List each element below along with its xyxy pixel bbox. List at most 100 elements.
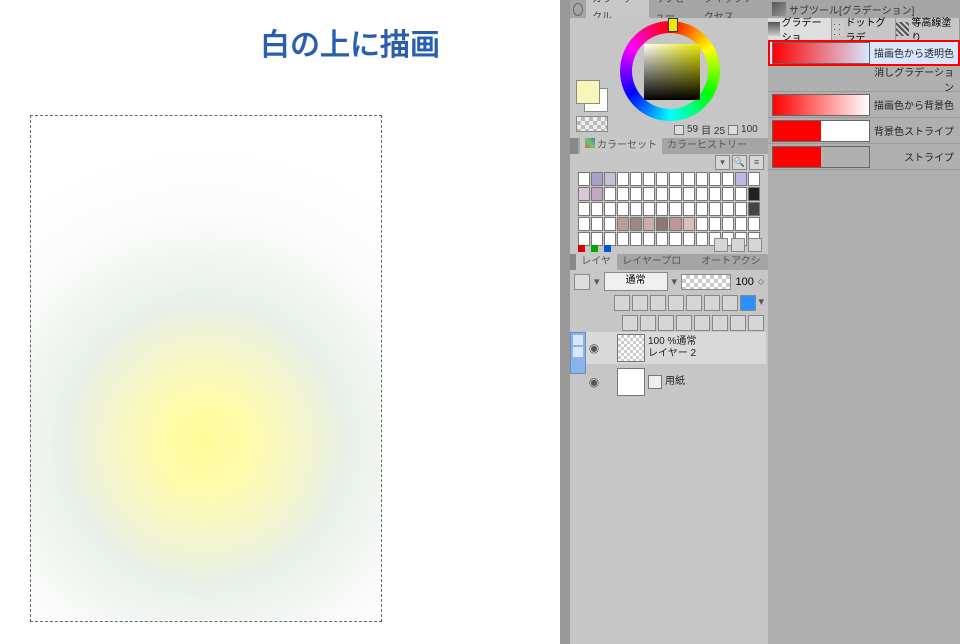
palette-swatch[interactable] bbox=[656, 172, 668, 186]
palette-swatch[interactable] bbox=[748, 217, 760, 231]
palette-swatch[interactable] bbox=[630, 217, 642, 231]
delete-layer-button[interactable] bbox=[748, 315, 764, 331]
palette-swatch[interactable] bbox=[617, 187, 629, 201]
layer-color-button[interactable] bbox=[740, 295, 756, 311]
palette-swatch[interactable] bbox=[683, 232, 695, 246]
palette-swatch[interactable] bbox=[656, 202, 668, 216]
visibility-toggle[interactable]: ◉ bbox=[586, 341, 602, 355]
subtool-tab-dot-gradation[interactable]: ドットグラデ bbox=[832, 18, 896, 40]
palette-swatch[interactable] bbox=[656, 232, 668, 246]
palette-swatch[interactable] bbox=[591, 232, 603, 246]
palette-add-button[interactable] bbox=[714, 238, 728, 252]
lock-transparent-button[interactable] bbox=[614, 295, 630, 311]
layer-thumbnail[interactable] bbox=[617, 368, 645, 396]
palette-swatch[interactable] bbox=[630, 172, 642, 186]
lock-button[interactable] bbox=[632, 295, 648, 311]
palette-swatch[interactable] bbox=[748, 202, 760, 216]
transparent-swatch[interactable] bbox=[576, 116, 608, 132]
palette-swatch[interactable] bbox=[722, 217, 734, 231]
palette-swatch[interactable] bbox=[578, 202, 590, 216]
colorset-dropdown-button[interactable]: ▾ bbox=[715, 155, 730, 170]
palette-swatch[interactable] bbox=[735, 217, 747, 231]
palette-swatch[interactable] bbox=[578, 172, 590, 186]
palette-swatch[interactable] bbox=[748, 172, 760, 186]
layer-thumbnail[interactable] bbox=[617, 334, 645, 362]
colorset-search-button[interactable]: 🔍 bbox=[732, 155, 747, 170]
palette-swatch[interactable] bbox=[578, 217, 590, 231]
palette-replace-button[interactable] bbox=[731, 238, 745, 252]
palette-swatch[interactable] bbox=[604, 232, 616, 246]
palette-swatch[interactable] bbox=[696, 232, 708, 246]
subtool-tab-gradation[interactable]: グラデーショ bbox=[768, 18, 832, 40]
panel-handle-icon[interactable] bbox=[570, 138, 578, 154]
color-square[interactable] bbox=[644, 44, 700, 100]
palette-swatch[interactable] bbox=[604, 172, 616, 186]
opacity-slider[interactable] bbox=[681, 274, 731, 290]
tab-layer[interactable]: レイヤー bbox=[576, 254, 617, 270]
palette-swatch[interactable] bbox=[709, 172, 721, 186]
palette-swatch[interactable] bbox=[669, 232, 681, 246]
palette-swatch[interactable] bbox=[617, 217, 629, 231]
tab-quick-access[interactable]: クイックアクセス bbox=[698, 0, 768, 18]
palette-swatch[interactable] bbox=[617, 202, 629, 216]
palette-swatch[interactable] bbox=[591, 172, 603, 186]
palette-swatch[interactable] bbox=[683, 187, 695, 201]
visibility-toggle[interactable]: ◉ bbox=[586, 375, 602, 389]
layer-item[interactable]: ◉ 100 %通常 レイヤー 2 bbox=[586, 332, 766, 364]
palette-swatch[interactable] bbox=[722, 172, 734, 186]
palette-swatch[interactable] bbox=[591, 217, 603, 231]
draft-button[interactable] bbox=[686, 295, 702, 311]
colorset-menu-button[interactable]: ≡ bbox=[749, 155, 764, 170]
hue-marker[interactable] bbox=[668, 18, 678, 32]
layer-name[interactable]: レイヤー 2 bbox=[648, 348, 696, 360]
merge-down-button[interactable] bbox=[694, 315, 710, 331]
palette-swatch[interactable] bbox=[656, 187, 668, 201]
layer-name[interactable]: 用紙 bbox=[665, 376, 685, 388]
create-mask-button[interactable] bbox=[712, 315, 728, 331]
palette-swatch[interactable] bbox=[683, 202, 695, 216]
layer-filter-button[interactable] bbox=[574, 274, 590, 290]
clip-button[interactable] bbox=[650, 295, 666, 311]
palette-swatch[interactable] bbox=[669, 202, 681, 216]
palette-swatch[interactable] bbox=[669, 217, 681, 231]
palette-swatch[interactable] bbox=[722, 187, 734, 201]
transfer-down-button[interactable] bbox=[676, 315, 692, 331]
palette-swatch[interactable] bbox=[617, 232, 629, 246]
blend-mode-select[interactable]: 通常 bbox=[604, 272, 668, 291]
palette-swatch[interactable] bbox=[735, 187, 747, 201]
tab-color-history[interactable]: カラーヒストリー bbox=[662, 138, 752, 154]
palette-swatch[interactable] bbox=[709, 217, 721, 231]
palette-swatch[interactable] bbox=[696, 202, 708, 216]
palette-swatch[interactable] bbox=[604, 217, 616, 231]
new-folder-button[interactable] bbox=[658, 315, 674, 331]
palette-swatch[interactable] bbox=[630, 232, 642, 246]
palette-swatch[interactable] bbox=[578, 187, 590, 201]
apply-mask-button[interactable] bbox=[730, 315, 746, 331]
palette-swatch[interactable] bbox=[683, 217, 695, 231]
palette-grid[interactable] bbox=[578, 172, 760, 246]
tab-colorset[interactable]: カラーセット bbox=[580, 138, 662, 154]
palette-swatch[interactable] bbox=[669, 172, 681, 186]
palette-swatch[interactable] bbox=[722, 202, 734, 216]
palette-swatch[interactable] bbox=[591, 202, 603, 216]
color-swatch-pair[interactable] bbox=[576, 80, 606, 110]
layer-thumbnail-bar[interactable] bbox=[570, 332, 586, 374]
palette-swatch[interactable] bbox=[709, 202, 721, 216]
palette-delete-button[interactable] bbox=[748, 238, 762, 252]
palette-swatch[interactable] bbox=[696, 187, 708, 201]
reference-button[interactable] bbox=[668, 295, 684, 311]
palette-swatch[interactable] bbox=[709, 187, 721, 201]
palette-swatch[interactable] bbox=[748, 187, 760, 201]
gradient-preset-item[interactable]: 消しグラデーション bbox=[768, 66, 960, 92]
palette-swatch[interactable] bbox=[735, 172, 747, 186]
palette-swatch[interactable] bbox=[735, 202, 747, 216]
palette-swatch[interactable] bbox=[643, 232, 655, 246]
palette-swatch[interactable] bbox=[669, 187, 681, 201]
palette-swatch[interactable] bbox=[630, 187, 642, 201]
palette-swatch[interactable] bbox=[683, 172, 695, 186]
palette-swatch[interactable] bbox=[591, 187, 603, 201]
palette-swatch[interactable] bbox=[617, 172, 629, 186]
main-color-swatch[interactable] bbox=[576, 80, 600, 104]
new-raster-layer-button[interactable] bbox=[622, 315, 638, 331]
mask-enable-button[interactable] bbox=[704, 295, 720, 311]
